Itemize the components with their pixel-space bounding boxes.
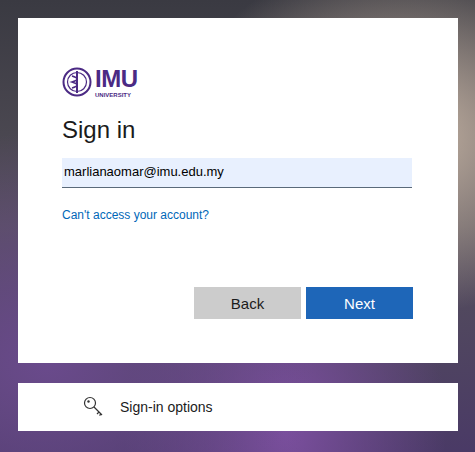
university-logo: IMUUNIVERSITY: [62, 66, 414, 98]
sign-in-card: IMUUNIVERSITY Sign in marlianaomar@imu.edu…: [18, 18, 458, 363]
next-button[interactable]: Next: [306, 287, 413, 319]
key-icon: [82, 395, 106, 419]
cant-access-link[interactable]: Can't access your account?: [62, 207, 414, 223]
logo-subtitle: UNIVERSITY: [95, 92, 138, 98]
sign-in-stack: IMUUNIVERSITY Sign in marlianaomar@imu.edu…: [0, 0, 475, 431]
sign-in-options[interactable]: Sign-in options: [18, 383, 458, 431]
sign-in-page: IMUUNIVERSITY Sign in marlianaomar@imu.edu…: [0, 0, 475, 452]
button-row: BackNext: [62, 287, 414, 319]
emblem-icon: [62, 67, 92, 97]
logo-name: IMU: [95, 67, 138, 91]
email-field[interactable]: marlianaomar@imu.edu.my: [62, 158, 412, 188]
sign-in-title: Sign in: [62, 116, 414, 144]
logo-text: IMUUNIVERSITY: [95, 67, 138, 98]
sign-in-options-label: Sign-in options: [120, 399, 213, 415]
back-button[interactable]: Back: [194, 287, 301, 319]
